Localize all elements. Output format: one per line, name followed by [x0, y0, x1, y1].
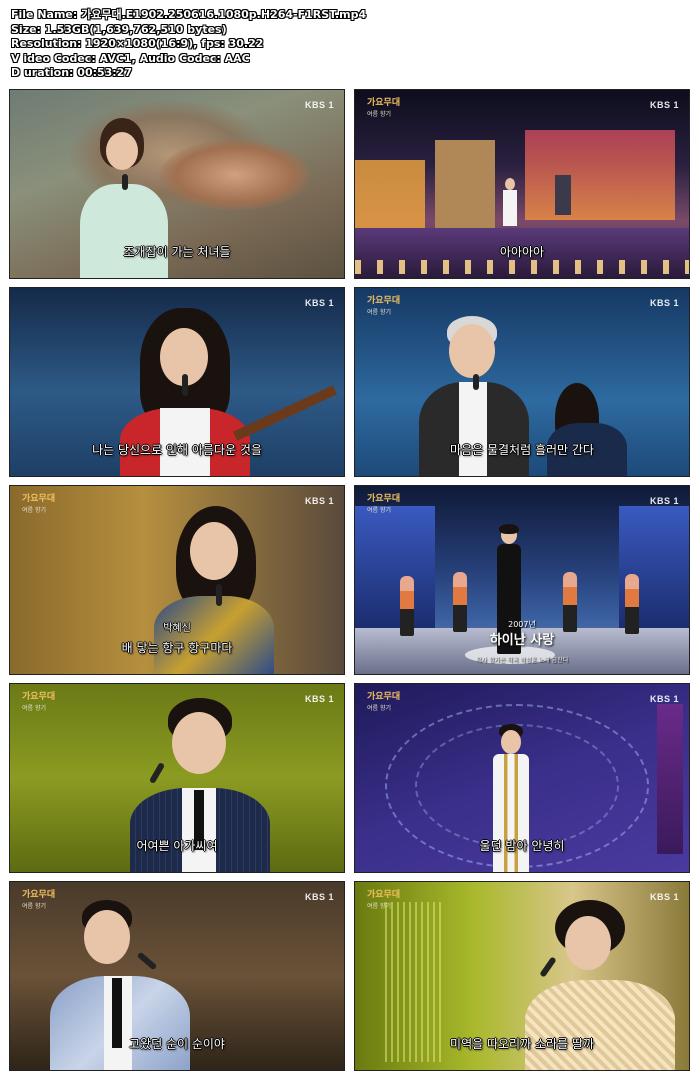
thumbnail-6[interactable]: 가요무대 여름 향기 KBS 1 2007년 하이난 사랑 작사 정가은 작곡 박…	[354, 485, 690, 675]
thumbnail-5[interactable]: 가요무대 여름 향기 KBS 1 박혜신 배 닿는 항구 항구마다	[9, 485, 345, 675]
broadcaster-logo: KBS 1	[649, 496, 679, 506]
subtitle-text: 어여쁜 아가씨여	[136, 839, 218, 853]
thumbnail-8[interactable]: 가요무대 여름 향기 KBS 1 울던 밤아 안녕히	[354, 683, 690, 873]
show-logo: 가요무대 여름 향기	[367, 494, 401, 514]
thumbnail-7[interactable]: 가요무대 여름 향기 KBS 1 어여쁜 아가씨여	[9, 683, 345, 873]
broadcaster-logo: KBS 1	[649, 298, 679, 308]
codec-line: V ideo Codec: AVC1, Audio Codec: AAC	[11, 51, 250, 65]
broadcaster-logo: KBS 1	[649, 694, 679, 704]
show-logo: 가요무대 여름 향기	[367, 98, 401, 118]
thumbnail-10[interactable]: 가요무대 여름 향기 KBS 1 미역을 따오리까 소라를 딸까	[354, 881, 690, 1071]
thumbnail-1[interactable]: KBS 1 조개잡이 가는 처녀들	[9, 89, 345, 279]
file-name-line: File Name: 가요무대.E1902.250616.1080p.H264-…	[11, 8, 367, 21]
show-logo: 가요무대 여름 향기	[367, 296, 401, 316]
singer-name-caption: 박혜신	[163, 623, 191, 634]
file-size-line: Size: 1.53GB(1,639,762,510 bytes)	[11, 22, 227, 36]
subtitle-text: 나는 당신으로 인해 아름다운 것을	[92, 443, 262, 457]
file-info: File Name: 가요무대.E1902.250616.1080p.H264-…	[11, 8, 691, 81]
thumbnail-3[interactable]: KBS 1 나는 당신으로 인해 아름다운 것을	[9, 287, 345, 477]
subtitle-text: 마음은 물결처럼 흘러만 간다	[450, 443, 594, 457]
show-logo: 가요무대 여름 향기	[367, 890, 401, 910]
song-credit-caption: 작사 정가은 작곡 박성훈 노래 금잔디	[475, 657, 569, 664]
show-logo: 가요무대 여름 향기	[367, 692, 401, 712]
show-logo: 가요무대 여름 향기	[22, 494, 56, 514]
broadcaster-logo: KBS 1	[649, 892, 679, 902]
broadcaster-logo: KBS 1	[304, 100, 334, 110]
subtitle-text: 고왔던 순이 순이야	[129, 1037, 225, 1051]
thumbnail-2[interactable]: 가요무대 여름 향기 KBS 1 아아아아	[354, 89, 690, 279]
show-logo: 가요무대 여름 향기	[22, 692, 56, 712]
thumbnail-9[interactable]: 가요무대 여름 향기 KBS 1 고왔던 순이 순이야	[9, 881, 345, 1071]
broadcaster-logo: KBS 1	[649, 100, 679, 110]
duration-line: D uration: 00:53:27	[11, 66, 133, 79]
broadcaster-logo: KBS 1	[304, 892, 334, 902]
resolution-line: Resolution: 1920×1080(16:9), fps: 30.22	[11, 37, 264, 50]
broadcaster-logo: KBS 1	[304, 298, 334, 308]
subtitle-text: 아아아아	[499, 245, 545, 259]
subtitle-text: 조개잡이 가는 처녀들	[123, 245, 231, 259]
subtitle-text: 울던 밤아 안녕히	[479, 839, 565, 853]
show-logo: 가요무대 여름 향기	[22, 890, 56, 910]
broadcaster-logo: KBS 1	[304, 496, 334, 506]
subtitle-text: 배 닿는 항구 항구마다	[121, 641, 233, 655]
song-title-caption: 하이난 사랑	[489, 633, 555, 648]
subtitle-text: 미역을 따오리까 소라를 딸까	[450, 1037, 594, 1051]
broadcaster-logo: KBS 1	[304, 694, 334, 704]
thumbnail-4[interactable]: 가요무대 여름 향기 KBS 1 마음은 물결처럼 흘러만 간다	[354, 287, 690, 477]
